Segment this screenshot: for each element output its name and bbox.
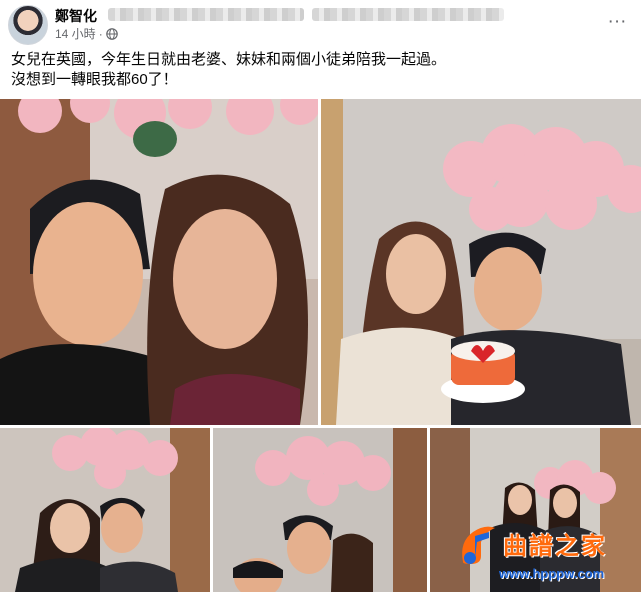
post-photo-1[interactable] (0, 99, 318, 425)
more-options-button[interactable]: ··· (605, 12, 629, 32)
globe-icon[interactable] (105, 27, 118, 40)
post-header: 鄭智化 14 小時 · ··· (0, 0, 641, 45)
music-note-logo-icon (462, 526, 495, 564)
post-photo-2[interactable] (321, 99, 641, 425)
caption-line: 沒想到一轉眼我都60了！ (11, 71, 178, 88)
author-name[interactable]: 鄭智化 (55, 6, 97, 26)
post-meta: 14 小時 · (55, 25, 118, 42)
meta-separator: · (98, 26, 103, 41)
redacted-text (108, 8, 304, 21)
photo-image (0, 428, 210, 592)
photo-image (321, 99, 641, 425)
post-photo-4[interactable] (213, 428, 427, 592)
post-caption: 女兒在英國，今年生日就由老婆、妹妹和兩個小徒弟陪我一起過。 沒想到一轉眼我都60… (11, 50, 631, 90)
photo-image (213, 428, 427, 592)
redacted-text (312, 8, 504, 21)
watermark-url: www.hpppw.com (499, 566, 605, 581)
post-time[interactable]: 14 小時 (55, 25, 96, 42)
caption-line: 女兒在英國，今年生日就由老婆、妹妹和兩個小徒弟陪我一起過。 (11, 51, 447, 68)
site-watermark: 曲譜之家 www.hpppw.com (455, 522, 635, 588)
author-avatar[interactable] (8, 5, 48, 45)
watermark-title: 曲譜之家 (503, 532, 607, 560)
post-photo-3[interactable] (0, 428, 210, 592)
photo-image (0, 99, 318, 425)
